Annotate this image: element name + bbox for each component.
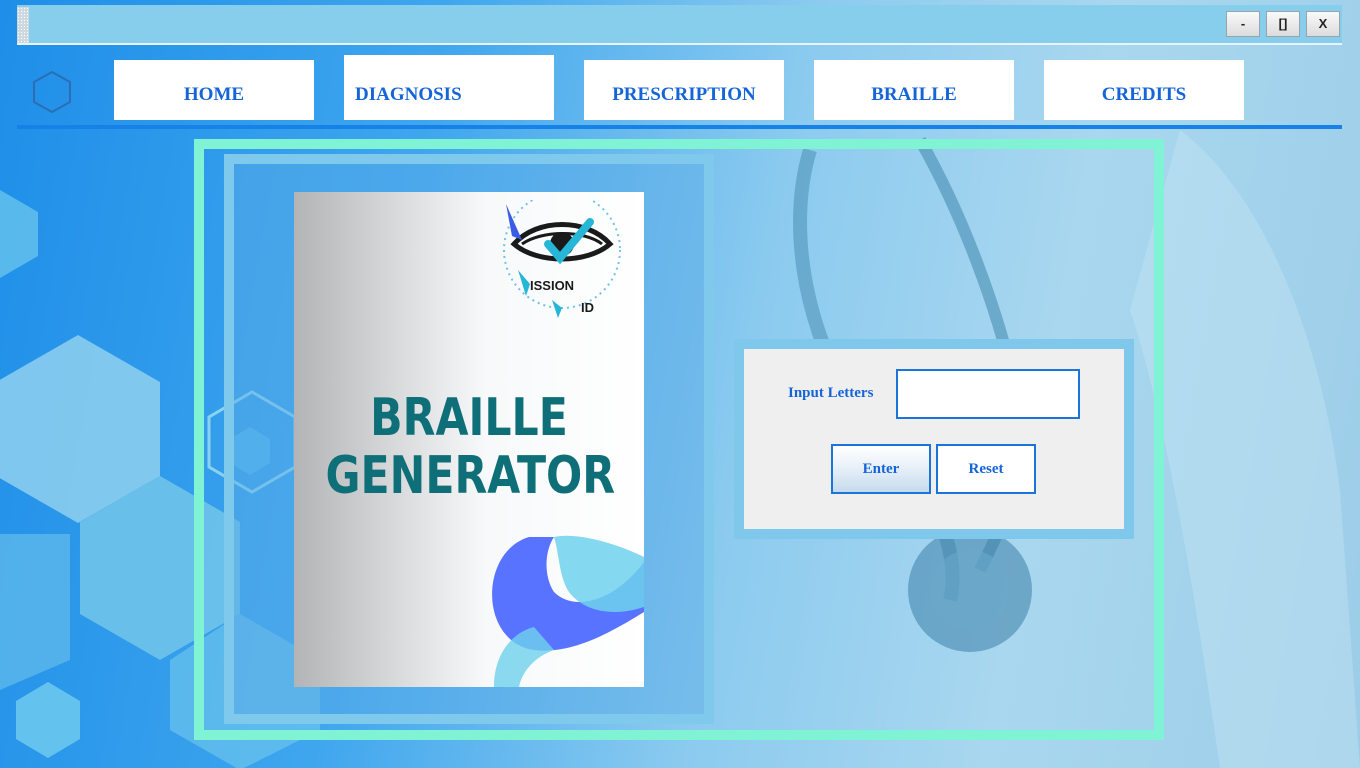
nav-credits-label: CREDITS (1101, 84, 1187, 105)
nav-braille-button[interactable]: BRAILLE (814, 60, 1014, 120)
eye-check-icon (503, 200, 621, 318)
nav-divider (17, 125, 1342, 129)
nav-credits-button[interactable]: CREDITS (1044, 60, 1244, 120)
close-button[interactable]: X (1306, 11, 1340, 37)
logo-word-ission: ISSION (530, 278, 575, 293)
title-bar[interactable]: - [] X (17, 5, 1342, 45)
hexagon-icon (33, 70, 71, 114)
logo-word-id: ID (581, 300, 594, 315)
nav-prescription-label: PRESCRIPTION (612, 84, 756, 105)
enter-button[interactable]: Enter (831, 444, 931, 494)
drag-grip[interactable] (17, 7, 29, 43)
poster-title-line1: BRAILLE (370, 388, 568, 448)
nav-home-button[interactable]: HOME (114, 60, 314, 120)
nav-braille-label: BRAILLE (871, 84, 957, 105)
nav-diagnosis-label: DIAGNOSIS (355, 84, 462, 105)
nav-diagnosis-button[interactable]: DIAGNOSIS (344, 55, 554, 120)
input-letters-label: Input Letters (788, 385, 874, 401)
poster-title-line2: GENERATOR (325, 446, 616, 506)
nav-home-label: HOME (183, 84, 245, 105)
maximize-button[interactable]: [] (1266, 11, 1300, 37)
braille-generator-poster: ISSION ID BRAILLE GENERATOR (294, 192, 644, 687)
minimize-button[interactable]: - (1226, 11, 1260, 37)
input-letters-field[interactable] (896, 369, 1080, 419)
poster-swirl-graphic (492, 535, 644, 687)
reset-button[interactable]: Reset (936, 444, 1036, 494)
nav-prescription-button[interactable]: PRESCRIPTION (584, 60, 784, 120)
